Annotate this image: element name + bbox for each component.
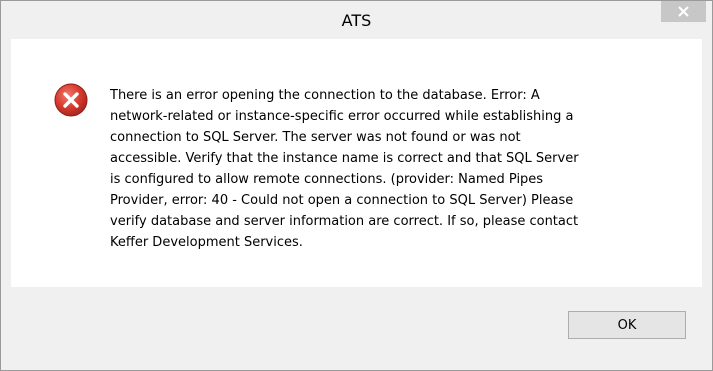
title-bar[interactable]: ATS — [1, 1, 712, 39]
error-icon — [54, 83, 88, 117]
message-area: There is an error opening the connection… — [11, 39, 702, 287]
button-bar: OK — [11, 287, 702, 360]
message-dialog: ATS There is an error opening the connec… — [0, 0, 713, 371]
close-button[interactable] — [661, 1, 706, 22]
error-message: There is an error opening the connection… — [110, 88, 579, 250]
window-title: ATS — [341, 11, 372, 30]
ok-button[interactable]: OK — [568, 311, 686, 339]
close-icon — [678, 6, 689, 17]
